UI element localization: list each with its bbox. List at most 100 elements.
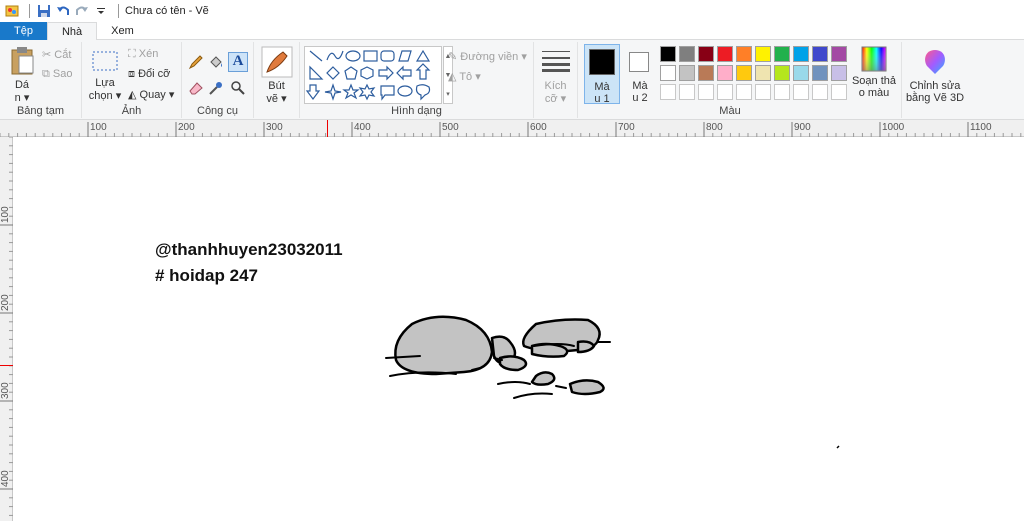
text-tool-icon[interactable]: A: [228, 52, 248, 72]
palette-swatch[interactable]: [736, 65, 752, 81]
clipboard-group: Dá n ▾ ✂ Cắt ⧉ Sao Bảng tạm: [0, 42, 82, 118]
palette-swatch[interactable]: [660, 46, 676, 62]
select-label: Lựa: [95, 77, 115, 89]
redo-icon[interactable]: [74, 3, 90, 19]
edit-colors-label-2: o màu: [858, 87, 890, 99]
palette-swatch[interactable]: [793, 65, 809, 81]
shapes-icons: [305, 49, 431, 101]
custom-color-slot[interactable]: [755, 84, 771, 100]
ruler-tick-label: 200: [178, 122, 195, 133]
color-wheel-icon: [861, 46, 887, 72]
color2-button[interactable]: Mà u 2: [624, 44, 656, 104]
custom-color-slot[interactable]: [679, 84, 695, 100]
rocks-drawing: [385, 315, 611, 399]
tab-file[interactable]: Tệp: [0, 22, 47, 40]
color-picker-icon[interactable]: [208, 80, 224, 96]
save-icon[interactable]: [36, 3, 52, 19]
tools-group: A Công cụ: [182, 42, 254, 118]
palette-swatch[interactable]: [774, 46, 790, 62]
paint-app-icon[interactable]: [4, 3, 20, 19]
image-group-label: Ảnh: [121, 105, 142, 117]
undo-icon[interactable]: [55, 3, 71, 19]
select-button[interactable]: Lựa chọn ▾: [88, 50, 122, 102]
palette-swatch[interactable]: [755, 65, 771, 81]
palette-swatch[interactable]: [717, 65, 733, 81]
brush-icon: [261, 46, 293, 78]
ruler-tick-label: 100: [90, 122, 107, 133]
custom-color-slot[interactable]: [774, 84, 790, 100]
eraser-icon[interactable]: [188, 80, 204, 96]
color1-swatch: [589, 49, 615, 75]
palette-swatch[interactable]: [679, 65, 695, 81]
fill-button[interactable]: ◭ Tô ▾: [448, 70, 481, 83]
edit-colors-button[interactable]: Soạn thả o màu: [846, 46, 902, 99]
palette-swatch[interactable]: [831, 65, 847, 81]
ribbon: Dá n ▾ ✂ Cắt ⧉ Sao Bảng tạm Lựa chọn ▾ ⛶…: [0, 40, 1024, 120]
custom-color-slot[interactable]: [736, 84, 752, 100]
custom-color-slot[interactable]: [793, 84, 809, 100]
custom-color-slot[interactable]: [717, 84, 733, 100]
palette-swatch[interactable]: [793, 46, 809, 62]
paint3d-group[interactable]: Chỉnh sửa bằng Vẽ 3D: [902, 42, 968, 118]
size-label: Kích: [544, 80, 567, 92]
ruler-tick-label: 800: [706, 122, 723, 133]
brushes-label: Bút: [268, 80, 285, 92]
palette-swatch[interactable]: [660, 65, 676, 81]
fill-bucket-icon[interactable]: [208, 54, 224, 70]
palette-swatch[interactable]: [755, 46, 771, 62]
ruler-tick-label: 500: [442, 122, 459, 133]
paste-label-2: n ▾: [14, 92, 30, 104]
pencil-icon[interactable]: [188, 54, 204, 70]
palette-swatch[interactable]: [736, 46, 752, 62]
color2-label-2: u 2: [632, 92, 648, 104]
title-bar: Chưa có tên - Vẽ: [0, 0, 1024, 22]
edit-colors-label: Soạn thả: [851, 75, 897, 87]
palette-swatch[interactable]: [774, 65, 790, 81]
magnifier-icon[interactable]: [230, 80, 246, 96]
paint3d-label-2: bằng Vẽ 3D: [905, 92, 965, 104]
custom-color-slot[interactable]: [698, 84, 714, 100]
tab-view[interactable]: Xem: [97, 22, 148, 40]
size-group[interactable]: Kích cỡ ▾: [534, 42, 578, 118]
palette-swatch[interactable]: [831, 46, 847, 62]
outline-button[interactable]: ✎ Đường viền ▾: [448, 50, 527, 63]
palette-swatch[interactable]: [717, 46, 733, 62]
colors-group-label: Màu: [719, 105, 741, 117]
drawing-canvas[interactable]: @thanhhuyen23032011 # hoidap 247: [14, 138, 1024, 521]
ruler-tick-label: 700: [618, 122, 635, 133]
clipboard-group-label: Bảng tạm: [16, 105, 65, 117]
shapes-group-label: Hình dạng: [391, 105, 442, 117]
custom-color-slot[interactable]: [660, 84, 676, 100]
canvas-text-tag: # hoidap 247: [155, 266, 258, 285]
palette-swatch[interactable]: [698, 46, 714, 62]
vertical-ruler: 100 200 300 400: [0, 137, 13, 521]
shapes-gallery[interactable]: [304, 46, 442, 104]
tools-group-label: Công cụ: [197, 105, 238, 117]
palette-swatch[interactable]: [812, 65, 828, 81]
ruler-tick-label: 300: [266, 122, 283, 133]
resize-button[interactable]: ⧈ Đổi cỡ: [128, 68, 170, 81]
tab-home[interactable]: Nhà: [46, 22, 98, 41]
rotate-button[interactable]: ◭ Quay ▾: [128, 88, 174, 101]
palette-swatch[interactable]: [679, 46, 695, 62]
palette-swatch[interactable]: [812, 46, 828, 62]
color2-swatch: [629, 52, 649, 72]
paste-button[interactable]: Dá n ▾: [6, 46, 38, 104]
ruler-tick-label: 600: [530, 122, 547, 133]
brushes-group[interactable]: Bút vẽ ▾: [254, 42, 300, 118]
customize-quick-access-icon[interactable]: [93, 3, 109, 19]
color1-label-2: u 1: [594, 93, 610, 105]
size-icon: [542, 51, 570, 72]
cut-button[interactable]: ✂ Cắt: [42, 48, 71, 61]
select-label-2: chọn ▾: [88, 90, 122, 102]
palette-swatch[interactable]: [698, 65, 714, 81]
shapes-group: ▲ ▼ ▾ ✎ Đường viền ▾ ◭ Tô ▾ Hình dạng: [300, 42, 534, 118]
ruler-cursor-marker: [327, 120, 328, 137]
ruler-cursor-marker: [0, 365, 13, 366]
custom-color-slot[interactable]: [831, 84, 847, 100]
color1-button[interactable]: Mà u 1: [584, 44, 620, 105]
crop-button[interactable]: ⛶ Xén: [128, 48, 158, 61]
image-group: Lựa chọn ▾ ⛶ Xén ⧈ Đổi cỡ ◭ Quay ▾ Ảnh: [82, 42, 182, 118]
copy-button[interactable]: ⧉ Sao: [42, 68, 73, 81]
custom-color-slot[interactable]: [812, 84, 828, 100]
